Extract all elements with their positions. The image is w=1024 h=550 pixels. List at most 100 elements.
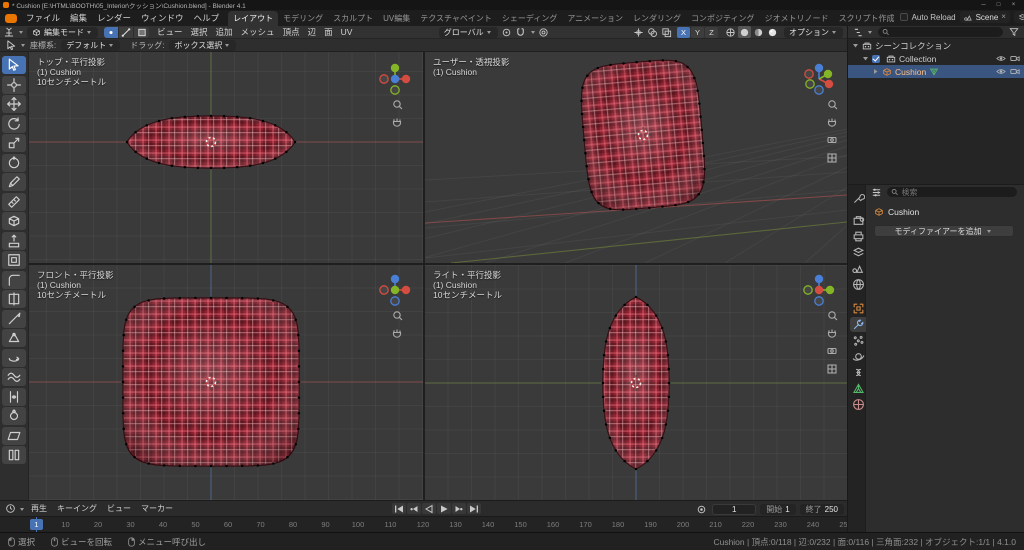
- edge-select-mode-button[interactable]: [119, 26, 134, 38]
- cushion-mesh[interactable]: [121, 296, 301, 468]
- tool-annotate[interactable]: [2, 173, 26, 191]
- minimize-button[interactable]: ─: [976, 0, 991, 10]
- properties-tab-object[interactable]: [850, 301, 866, 316]
- workspace-tab-compositing[interactable]: コンポジティング: [686, 11, 760, 26]
- snap-magnet-icon[interactable]: [514, 26, 528, 38]
- properties-tab-particles[interactable]: [850, 333, 866, 348]
- workspace-tab-rendering[interactable]: レンダリング: [628, 11, 686, 26]
- menu-file[interactable]: ファイル: [21, 11, 65, 26]
- active-tool-icon[interactable]: [4, 39, 18, 51]
- chevron-down-icon[interactable]: [862, 55, 869, 62]
- chevron-right-icon[interactable]: [872, 68, 879, 75]
- workspace-tab-texture-paint[interactable]: テクスチャペイント: [415, 11, 497, 26]
- close-button[interactable]: ×: [1006, 0, 1021, 10]
- auto-reload-checkbox[interactable]: [899, 13, 908, 21]
- tool-smooth[interactable]: [2, 368, 26, 386]
- eye-icon[interactable]: [996, 54, 1006, 63]
- tool-measure[interactable]: [2, 192, 26, 211]
- viewport-right[interactable]: ライト・平行投影 (1) Cushion 10センチメートル: [425, 265, 847, 500]
- timeline-ruler[interactable]: 1 10 20 30 40 50 60 70 80 90 100 110 120 130 140 150 16…: [0, 516, 847, 533]
- cushion-mesh[interactable]: [577, 56, 710, 214]
- proportional-editing-icon[interactable]: [537, 26, 551, 38]
- workspace-tab-modeling[interactable]: モデリング: [278, 11, 328, 26]
- drag-action-dropdown[interactable]: ボックス選択: [169, 39, 237, 51]
- tool-spin[interactable]: [2, 348, 26, 367]
- properties-tab-output[interactable]: [850, 229, 866, 244]
- viewport-menu-edge[interactable]: 辺: [304, 26, 321, 38]
- tool-move[interactable]: [2, 95, 26, 113]
- menu-edit[interactable]: 編集: [65, 11, 92, 26]
- properties-tab-constraints[interactable]: [850, 365, 866, 380]
- show-gizmo-icon[interactable]: [631, 26, 645, 38]
- tool-knife[interactable]: [2, 309, 26, 328]
- play-button[interactable]: [437, 503, 451, 514]
- jump-end-button[interactable]: [467, 503, 481, 514]
- tool-inset-faces[interactable]: [2, 251, 26, 269]
- cushion-mesh[interactable]: [601, 295, 671, 471]
- tool-mode-dropdown[interactable]: デフォルト: [61, 39, 121, 51]
- tool-cursor[interactable]: [2, 75, 26, 94]
- tool-scale[interactable]: [2, 134, 26, 152]
- outliner-row-collection[interactable]: Collection: [848, 52, 1024, 65]
- show-overlays-icon[interactable]: [645, 26, 659, 38]
- next-keyframe-button[interactable]: [452, 503, 466, 514]
- viewport-menu-view[interactable]: ビュー: [153, 26, 187, 38]
- quad-viewport-canvas[interactable]: トップ・平行投影 (1) Cushion 10センチメートル ユーザー・透視投影 (1)…: [29, 52, 847, 500]
- scene-unlink-icon[interactable]: ×: [1001, 13, 1006, 21]
- face-select-mode-button[interactable]: [134, 26, 149, 38]
- properties-tab-modifiers[interactable]: [850, 317, 866, 332]
- current-frame-field[interactable]: 1: [712, 503, 757, 515]
- outliner-search-input[interactable]: [889, 27, 999, 37]
- viewport-menu-uv[interactable]: UV: [337, 26, 357, 38]
- properties-search[interactable]: [887, 187, 1017, 197]
- tool-bevel[interactable]: [2, 270, 26, 289]
- vertex-select-mode-button[interactable]: [104, 26, 119, 38]
- view-layer-selector[interactable]: ViewLayer ×: [1013, 11, 1024, 23]
- timeline-menu-marker[interactable]: マーカー: [136, 502, 178, 516]
- tool-edge-slide[interactable]: [2, 387, 26, 406]
- properties-tab-tool[interactable]: [850, 191, 866, 206]
- workspace-tab-geometry-nodes[interactable]: ジオメトリノード: [760, 11, 834, 26]
- cushion-mesh[interactable]: [125, 114, 297, 170]
- mirror-y-button[interactable]: Y: [691, 26, 704, 38]
- menu-window[interactable]: ウィンドウ: [136, 11, 189, 26]
- workspace-tab-animation[interactable]: アニメーション: [562, 11, 628, 26]
- properties-tab-scene[interactable]: [850, 261, 866, 276]
- mode-dropdown[interactable]: 編集モード: [27, 26, 98, 38]
- properties-tab-render[interactable]: [850, 213, 866, 228]
- scene-selector[interactable]: Scene ×: [959, 11, 1010, 23]
- mirror-z-button[interactable]: Z: [705, 26, 718, 38]
- add-modifier-button[interactable]: モディファイアーを追加: [874, 225, 1014, 237]
- outliner-row-scene-collection[interactable]: シーンコレクション: [848, 39, 1024, 52]
- tool-loop-cut[interactable]: [2, 290, 26, 308]
- play-reverse-button[interactable]: [422, 503, 436, 514]
- mirror-x-button[interactable]: X: [677, 26, 690, 38]
- shading-wireframe-icon[interactable]: [724, 26, 737, 38]
- viewport-user[interactable]: ユーザー・透視投影 (1) Cushion: [425, 52, 847, 263]
- viewport-menu-vertex[interactable]: 頂点: [279, 26, 304, 38]
- timeline-menu-view[interactable]: ビュー: [102, 502, 136, 516]
- outliner-row-cushion[interactable]: Cushion: [848, 65, 1024, 78]
- orientation-dropdown[interactable]: グローバル: [438, 26, 498, 38]
- viewport-menu-select[interactable]: 選択: [187, 26, 212, 38]
- properties-editor-icon[interactable]: [869, 186, 883, 198]
- tool-rotate[interactable]: [2, 114, 26, 133]
- viewport-front[interactable]: フロント・平行投影 (1) Cushion 10センチメートル: [29, 265, 423, 500]
- tool-add-cube[interactable]: [2, 212, 26, 230]
- workspace-tab-shading[interactable]: シェーディング: [497, 11, 562, 26]
- timeline-editor-icon[interactable]: [3, 503, 17, 515]
- tool-shrink-fatten[interactable]: [2, 407, 26, 425]
- viewport-menu-mesh[interactable]: メッシュ: [237, 26, 279, 38]
- properties-tab-view-layer[interactable]: [850, 245, 866, 260]
- frame-end-field[interactable]: 終了 250: [799, 503, 844, 515]
- jump-start-button[interactable]: [392, 503, 406, 514]
- tool-shear[interactable]: [2, 426, 26, 445]
- workspace-tab-uv-editing[interactable]: UV編集: [378, 11, 415, 26]
- viewport-menu-face[interactable]: 面: [320, 26, 337, 38]
- tool-extrude-region[interactable]: [2, 231, 26, 250]
- frame-start-field[interactable]: 開始 1: [760, 503, 796, 515]
- properties-tab-object-data[interactable]: [850, 381, 866, 396]
- menu-help[interactable]: ヘルプ: [189, 11, 225, 26]
- properties-search-input[interactable]: [898, 187, 1013, 197]
- shading-rendered-icon[interactable]: [766, 26, 779, 38]
